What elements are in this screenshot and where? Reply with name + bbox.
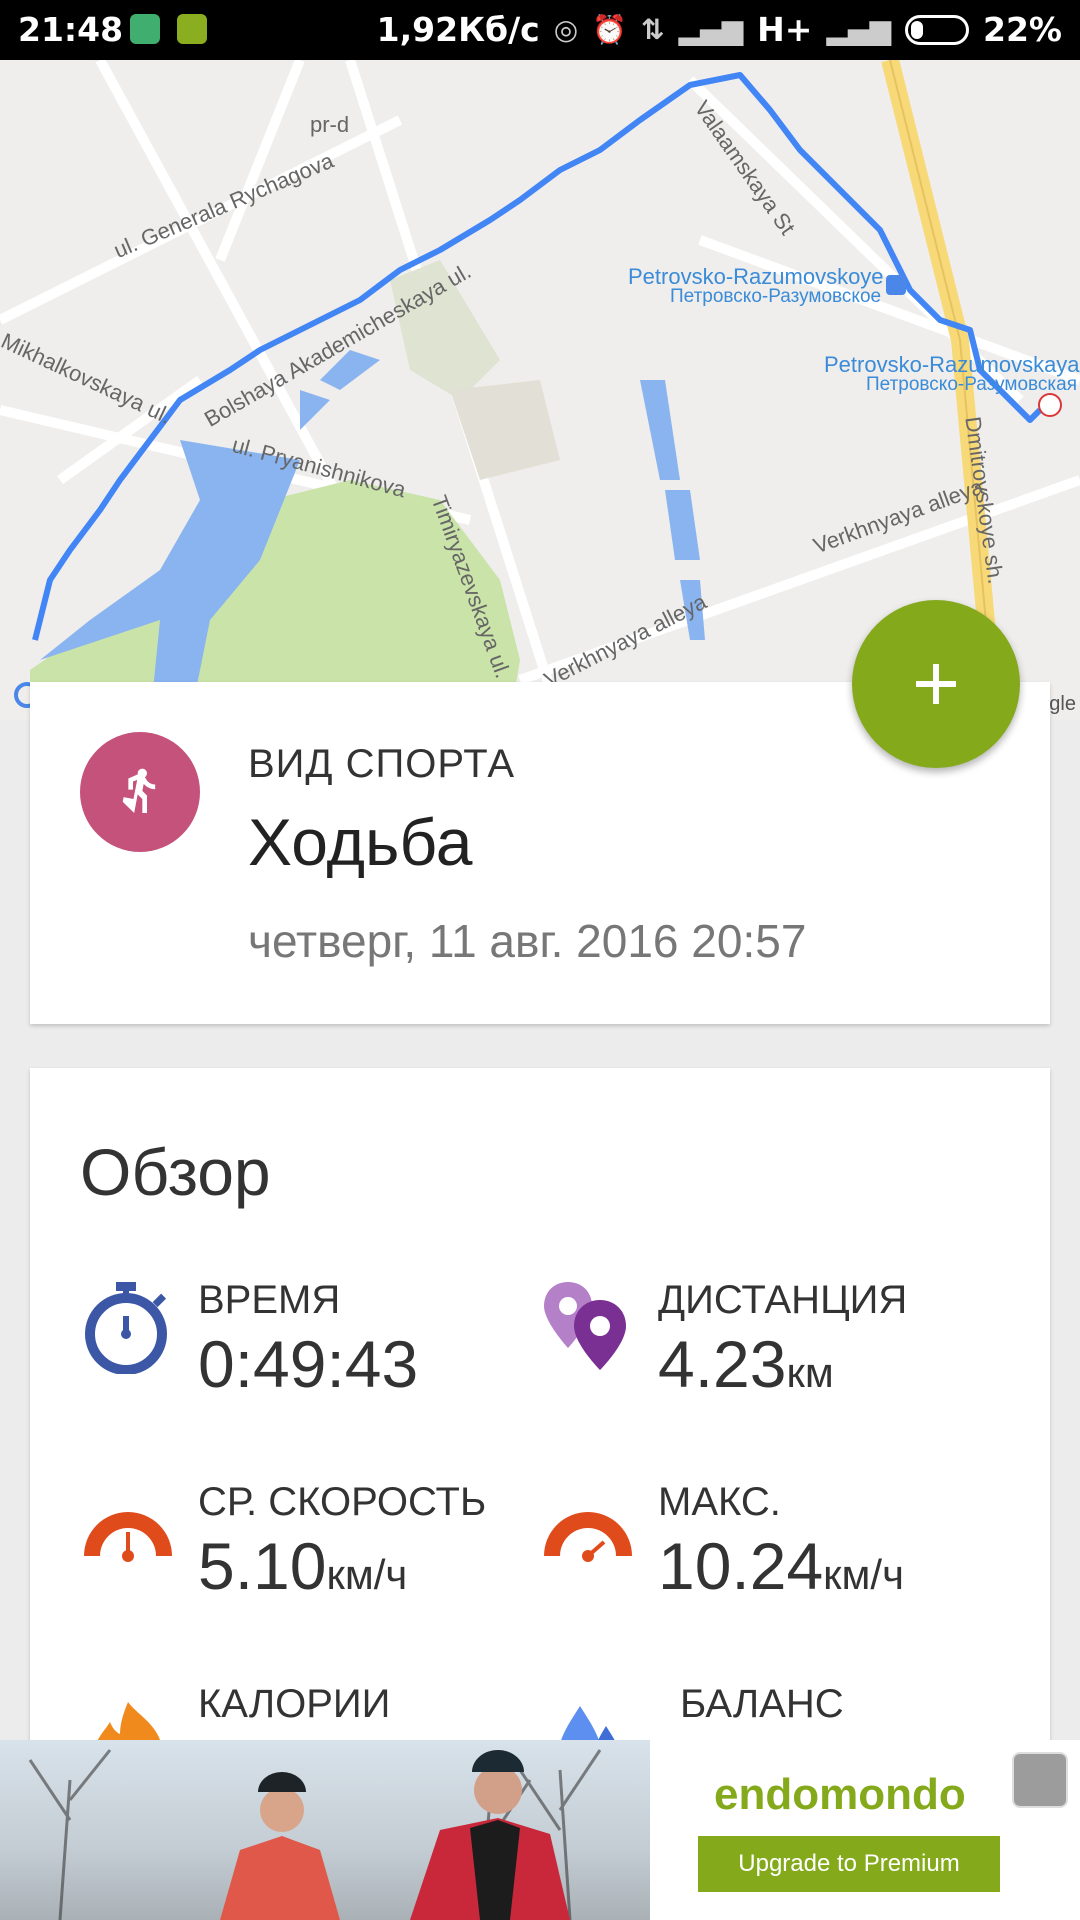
ad-runners-image: [0, 1740, 650, 1920]
endomondo-logo: endomondo: [714, 1770, 966, 1819]
shield-app-icon: [130, 14, 160, 44]
status-bar: 21:48 1,92Кб/с ◎ ⏰ ⇅ ▂▄▆ H+ ▂▄▆ 22%: [0, 0, 1080, 60]
stat-label: КАЛОРИИ: [198, 1682, 391, 1726]
stat-label: ВРЕМЯ: [198, 1278, 341, 1322]
signal-icon: ▂▄▆: [678, 13, 744, 46]
overview-title: Обзор: [80, 1135, 271, 1209]
stat-value: 4.23км: [658, 1327, 834, 1401]
plus-icon: [916, 664, 956, 704]
status-time: 21:48: [18, 10, 124, 49]
stat-value: 5.10км/ч: [198, 1529, 408, 1603]
endomondo-app-icon: [177, 14, 207, 44]
stat-label: МАКС.: [658, 1480, 781, 1524]
ad-panel[interactable]: endomondo Upgrade to Premium: [650, 1740, 1080, 1920]
stat-label: СР. СКОРОСТЬ: [198, 1480, 487, 1524]
hotspot-icon: ◎: [553, 13, 579, 46]
walking-person-icon: [80, 732, 200, 852]
map-attribution: gle: [1049, 693, 1076, 715]
network-type: H+: [757, 10, 813, 49]
map-station-label: Петровско-Разумовская: [866, 374, 1078, 395]
overview-card: Обзор ВРЕМЯ 0:49:43 ДИСТАНЦИЯ 4.23км СР.…: [30, 1068, 1050, 1768]
stat-label: ДИСТАНЦИЯ: [658, 1278, 908, 1322]
sport-type-label: ВИД СПОРТА: [248, 742, 516, 786]
speedometer-icon: [84, 1512, 172, 1562]
stat-label: БАЛАНС: [680, 1682, 844, 1726]
sport-type-value: Ходьба: [248, 805, 473, 879]
map-street-label: pr-d: [310, 112, 350, 137]
speedometer-icon: [544, 1512, 632, 1562]
location-pins-icon: [544, 1282, 626, 1370]
signal-icon-2: ▂▄▆: [826, 13, 891, 46]
ad-app-icon[interactable]: [1012, 1752, 1068, 1808]
stopwatch-icon: [85, 1282, 167, 1374]
battery-percent: 22%: [983, 10, 1062, 49]
data-transfer-icon: ⇅: [641, 13, 665, 46]
network-speed: 1,92Кб/с: [376, 10, 540, 49]
workout-date: четверг, 11 авг. 2016 20:57: [248, 915, 807, 967]
stat-value: 0:49:43: [198, 1327, 419, 1401]
alarm-icon: ⏰: [592, 13, 628, 46]
ad-banner[interactable]: endomondo Upgrade to Premium: [0, 1740, 1080, 1920]
battery-icon: [905, 14, 969, 45]
stat-value: 10.24км/ч: [658, 1529, 904, 1603]
add-button[interactable]: [852, 600, 1020, 768]
upgrade-premium-button[interactable]: Upgrade to Premium: [698, 1836, 1000, 1892]
map-station-label: Петровско-Разумовское: [670, 286, 882, 307]
